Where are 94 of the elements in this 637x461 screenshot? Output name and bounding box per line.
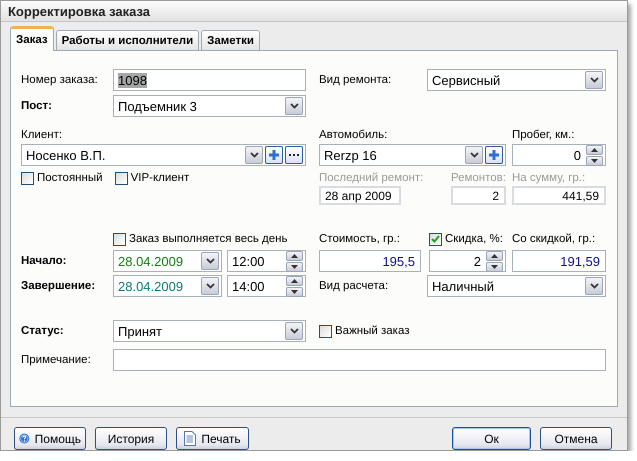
time-field[interactable]: 14:00: [227, 275, 306, 297]
spin-down-button[interactable]: [286, 262, 303, 272]
dropdown-button[interactable]: [285, 322, 303, 340]
time-field[interactable]: 12:00: [227, 250, 306, 272]
readonly-field: 28 апр 2009: [319, 186, 401, 205]
status-dropdown[interactable]: Принят: [113, 320, 306, 342]
client-dropdown[interactable]: Носенко В.П.: [21, 144, 306, 166]
dropdown-button[interactable]: [285, 97, 303, 115]
checkbox[interactable]: [319, 324, 332, 338]
field-label: Со скидкой, гр.:: [512, 233, 596, 245]
field-label: Начало:: [21, 255, 68, 267]
dropdown-button[interactable]: [585, 277, 603, 295]
field-label: Вид ремонта:: [319, 74, 392, 86]
chevron-icon: [250, 152, 258, 158]
field-label: Пост:: [21, 100, 53, 112]
checkbox[interactable]: [429, 232, 442, 246]
checkbox[interactable]: [114, 172, 128, 184]
up-arrow-icon: [591, 148, 598, 152]
field-label: На сумму, гр.:: [512, 172, 586, 184]
window-title: Корректировка заказа: [8, 4, 150, 18]
dropdown-button[interactable]: [201, 252, 219, 270]
more-button[interactable]: [285, 146, 303, 164]
dropdown-button[interactable]: [585, 71, 603, 89]
check-icon: [431, 235, 440, 243]
spin-up-button[interactable]: [586, 144, 603, 154]
discount-field[interactable]: 2: [429, 250, 506, 272]
chevron-icon: [290, 103, 298, 109]
up-arrow-icon: [291, 278, 298, 282]
chevron-icon: [470, 152, 478, 158]
field-label: Вид расчета:: [319, 280, 390, 292]
add-button[interactable]: [485, 146, 503, 164]
chevron-icon: [290, 328, 298, 334]
help-icon: [19, 431, 30, 446]
chevron-icon: [590, 283, 598, 289]
dialog-button[interactable]: Ок: [452, 427, 531, 450]
checkbox-label: Заказ выполняется весь день: [129, 233, 288, 245]
checkbox[interactable]: [21, 172, 34, 184]
plus-icon: [489, 150, 499, 160]
spin-down-button[interactable]: [486, 262, 503, 272]
tab[interactable]: Работы и исполнители: [56, 30, 200, 50]
field-label: Ремонтов:: [450, 172, 506, 184]
readonly-field: 441,59: [512, 186, 606, 205]
up-arrow-icon: [491, 254, 498, 258]
dialog-button[interactable]: Печать: [176, 427, 249, 450]
field-label: Примечание:: [21, 354, 92, 366]
plus-icon: [269, 150, 279, 160]
dropdown-button[interactable]: [201, 277, 219, 295]
input-field[interactable]: 1098: [113, 69, 306, 91]
tab[interactable]: Заметки: [201, 30, 260, 50]
down-arrow-icon: [291, 290, 298, 294]
field-label: Пробег, км.:: [512, 129, 574, 141]
down-arrow-icon: [591, 158, 598, 162]
spin-down-button[interactable]: [586, 156, 603, 166]
payment-dropdown[interactable]: Наличный: [427, 275, 606, 297]
chevron-icon: [206, 283, 214, 289]
mileage-field[interactable]: 0: [512, 144, 606, 166]
field-label: Последний ремонт:: [319, 172, 424, 184]
dropdown-button[interactable]: [245, 146, 263, 164]
cost-field[interactable]: 195,5: [319, 250, 421, 272]
field-label: Стоимость, гр.:: [319, 233, 401, 245]
readonly-field: 2: [451, 186, 506, 205]
checkbox-label: Скидка, %:: [445, 233, 503, 245]
field-label: Статус:: [21, 325, 65, 337]
field-label: Завершение:: [21, 280, 96, 292]
checkbox-label: VIP-клиент: [130, 172, 190, 184]
spin-up-button[interactable]: [486, 250, 503, 260]
repair-type-dropdown[interactable]: Сервисный: [427, 69, 606, 91]
checkbox[interactable]: [113, 232, 126, 246]
date-field[interactable]: 28.04.2009: [113, 250, 222, 272]
tab[interactable]: Заказ: [10, 26, 54, 51]
dialog-button[interactable]: История: [95, 427, 167, 450]
date-field[interactable]: 28.04.2009: [113, 275, 222, 297]
document-icon: [184, 431, 196, 446]
checkbox-label: Важный заказ: [335, 325, 410, 337]
chevron-icon: [206, 258, 214, 264]
spin-up-button[interactable]: [286, 250, 303, 260]
field-label: Автомобиль:: [319, 129, 388, 141]
field-label: Номер заказа:: [21, 74, 99, 86]
note-field[interactable]: [113, 349, 606, 371]
down-arrow-icon: [491, 264, 498, 268]
post-dropdown[interactable]: Подъемник 3: [113, 95, 306, 117]
up-arrow-icon: [291, 254, 298, 258]
dialog-button[interactable]: Помощь: [14, 427, 86, 450]
dialog-button[interactable]: Отмена: [540, 427, 612, 450]
checkbox-label: Постоянный: [37, 172, 103, 184]
discounted-field[interactable]: 191,59: [512, 250, 606, 272]
chevron-icon: [590, 77, 598, 83]
car-dropdown[interactable]: Rerzp 16: [319, 144, 506, 166]
down-arrow-icon: [291, 264, 298, 268]
dropdown-button[interactable]: [465, 146, 483, 164]
add-button[interactable]: [265, 146, 283, 164]
spin-up-button[interactable]: [286, 276, 303, 286]
spin-down-button[interactable]: [286, 286, 303, 296]
field-label: Клиент:: [21, 129, 62, 141]
